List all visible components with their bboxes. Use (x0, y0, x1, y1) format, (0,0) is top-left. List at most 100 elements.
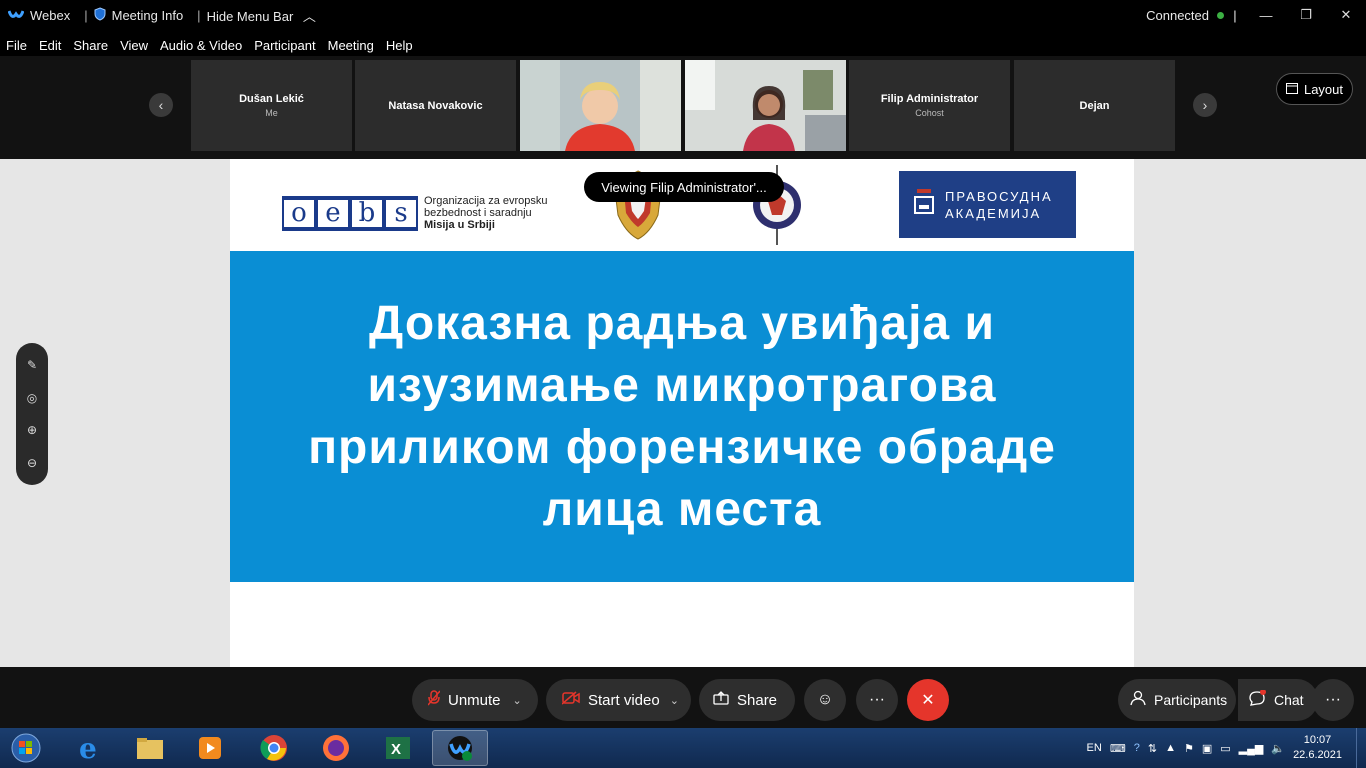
internet-explorer-icon: e (79, 733, 97, 763)
start-button[interactable] (4, 730, 48, 766)
close-icon: ✕ (921, 692, 935, 709)
taskbar-file-explorer[interactable] (122, 730, 178, 766)
webex-logo-icon (7, 8, 25, 23)
oebs-text-line: Organizacija za evropsku (424, 195, 548, 207)
participant-name: Dušan Lekić (239, 93, 304, 105)
mic-muted-icon (427, 690, 441, 710)
connection-status: Connected (1146, 7, 1209, 23)
menu-share[interactable]: Share (73, 38, 108, 53)
menu-participant[interactable]: Participant (254, 38, 315, 53)
more-options-button[interactable]: ··· (856, 679, 898, 721)
slide-title-band: Доказна радња увиђаја и изузимање микрот… (230, 251, 1134, 582)
reactions-button[interactable]: ☺ (804, 679, 846, 721)
chevron-down-icon[interactable]: ⌄ (513, 694, 522, 707)
start-video-button[interactable]: Start video ⌄ (546, 679, 691, 721)
taskbar-excel[interactable]: X (370, 730, 426, 766)
excel-icon: X (386, 737, 410, 759)
viewing-toast: Viewing Filip Administrator'... (584, 172, 784, 202)
show-hidden-icons-icon[interactable]: ▲ (1165, 742, 1176, 754)
participant-role: Cohost (915, 108, 944, 118)
hide-menu-bar-button[interactable]: Hide Menu Bar ︿ (207, 6, 322, 25)
menu-file[interactable]: File (6, 38, 27, 53)
participant-tile[interactable]: Dušan Lekić Me (191, 60, 352, 151)
share-label: Share (737, 691, 778, 709)
webex-icon (448, 736, 472, 761)
taskbar: e X EN ⌨ ? ⇅ ▲ ⚑ ▣ ▭ ▂▄▆ 🔈 10:07 22.6.20… (0, 728, 1366, 768)
clock[interactable]: 10:07 22.6.2021 (1293, 733, 1342, 763)
oebs-text-line: bezbednost i saradnju (424, 207, 532, 219)
show-desktop-button[interactable] (1356, 728, 1366, 768)
svg-text:X: X (391, 741, 401, 758)
minimize-button[interactable]: — (1246, 0, 1286, 30)
zoom-in-icon[interactable]: ⊕ (27, 423, 37, 437)
leave-meeting-button[interactable]: ✕ (907, 679, 949, 721)
participants-button[interactable]: Participants (1118, 679, 1236, 721)
participants-label: Participants (1154, 692, 1228, 708)
title-bar: Webex | Meeting Info | Hide Menu Bar ︿ C… (0, 0, 1366, 30)
layout-label: Layout (1303, 81, 1344, 97)
clock-time: 10:07 (1303, 734, 1332, 746)
volume-icon[interactable]: 🔈 (1271, 742, 1285, 755)
taskbar-chrome[interactable] (246, 730, 302, 766)
signal-icon[interactable]: ▂▄▆ (1239, 742, 1264, 755)
participant-tile[interactable]: Filip Administrator Cohost (849, 60, 1010, 151)
action-center-flag-icon[interactable]: ⚑ (1184, 742, 1194, 755)
taskbar-media-player[interactable] (182, 730, 238, 766)
meeting-info-button[interactable]: Meeting Info (112, 8, 184, 23)
system-tray: EN ⌨ ? ⇅ ▲ ⚑ ▣ ▭ ▂▄▆ 🔈 10:07 22.6.2021 (1087, 728, 1366, 768)
keyboard-icon[interactable]: ⌨ (1110, 742, 1126, 755)
participant-tile[interactable]: Natasa Novakovic (355, 60, 516, 151)
menu-help[interactable]: Help (386, 38, 413, 53)
taskbar-internet-explorer[interactable]: e (62, 730, 118, 766)
chat-button[interactable]: Chat (1238, 679, 1318, 721)
layout-button[interactable]: Layout (1276, 73, 1353, 105)
participant-name: Natasa Novakovic (388, 99, 483, 112)
share-icon (713, 691, 729, 709)
menu-meeting[interactable]: Meeting (328, 38, 374, 53)
language-indicator[interactable]: EN (1087, 742, 1102, 754)
strip-prev-button[interactable]: ‹ (149, 93, 173, 117)
connection-dot-icon (1217, 11, 1224, 19)
menu-audio-video[interactable]: Audio & Video (160, 38, 242, 53)
participant-video-tile[interactable] (685, 60, 846, 151)
shared-content-area: o e b s Organizacija za evropsku bezbedn… (0, 159, 1366, 667)
remote-control-icon[interactable]: ◎ (27, 391, 37, 405)
participant-tile[interactable]: Dejan (1014, 60, 1175, 151)
strip-next-button[interactable]: › (1193, 93, 1217, 117)
unmute-button[interactable]: Unmute ⌄ (412, 679, 538, 721)
more-icon: ··· (1325, 691, 1341, 708)
close-window-button[interactable]: ✕ (1326, 0, 1366, 30)
oebs-letter: e (318, 199, 348, 227)
more-panels-button[interactable]: ··· (1312, 679, 1354, 721)
share-button[interactable]: Share (699, 679, 795, 721)
annotate-pen-icon[interactable]: ✎ (27, 358, 37, 372)
windows-logo-icon (11, 733, 41, 763)
emoji-icon: ☺ (816, 691, 834, 708)
network-adapter-icon[interactable]: ⇅ (1148, 742, 1157, 755)
menu-edit[interactable]: Edit (39, 38, 61, 53)
participant-video (520, 60, 681, 151)
menu-view[interactable]: View (120, 38, 148, 53)
participant-video-tile[interactable] (520, 60, 681, 151)
slide-title-line: изузимање микротрагова (367, 358, 997, 412)
help-icon[interactable]: ? (1134, 742, 1140, 754)
oebs-letter: b (352, 199, 382, 227)
judicial-academy-logo: ПРАВОСУДНА АКАДЕМИЈА (899, 171, 1076, 238)
participant-name: Filip Administrator (880, 93, 979, 105)
shield-icon (94, 6, 106, 24)
chat-label: Chat (1274, 692, 1304, 708)
academy-name-line: АКАДЕМИЈА (945, 206, 1042, 221)
svg-text:e: e (79, 733, 97, 763)
divider: | (1233, 7, 1237, 23)
chat-icon (1248, 689, 1266, 710)
person-icon (1130, 690, 1146, 710)
device-icon[interactable]: ▣ (1202, 742, 1212, 755)
slide-title-line: лица места (542, 482, 822, 536)
app-name: Webex (30, 7, 71, 23)
zoom-out-icon[interactable]: ⊖ (27, 456, 37, 470)
power-icon[interactable]: ▭ (1220, 742, 1230, 755)
taskbar-webex[interactable] (432, 730, 488, 766)
restore-button[interactable]: ❐ (1286, 0, 1326, 30)
taskbar-firefox[interactable] (308, 730, 364, 766)
chevron-down-icon[interactable]: ⌄ (670, 694, 679, 707)
